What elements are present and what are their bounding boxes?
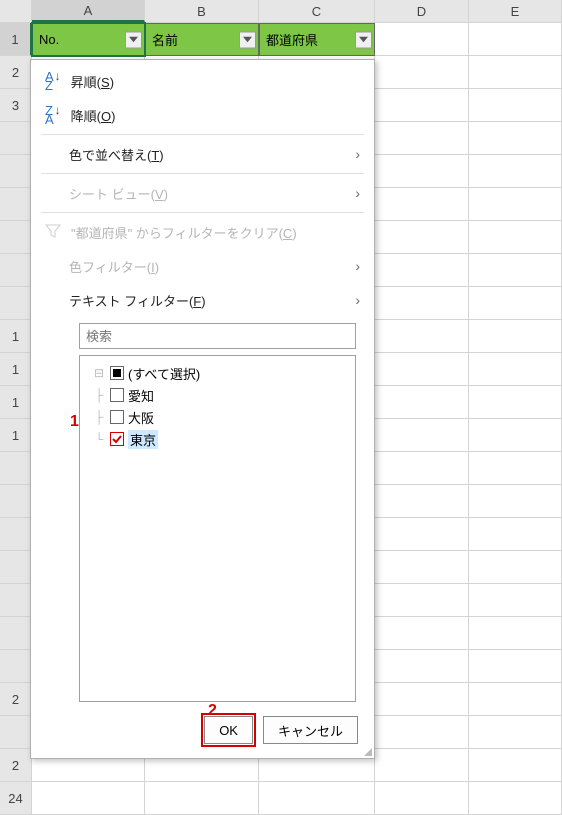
row-header[interactable]: [0, 650, 32, 683]
select-all-corner[interactable]: [0, 0, 32, 22]
row-header[interactable]: [0, 155, 32, 188]
row-header[interactable]: 2: [0, 56, 32, 89]
sort-ascending[interactable]: AZ↓ 昇順(S): [31, 64, 374, 98]
dialog-buttons: OK キャンセル: [31, 708, 374, 754]
col-header-D[interactable]: D: [375, 0, 469, 22]
row-header[interactable]: 1: [0, 23, 32, 56]
sheet-view: シート ビュー(V) ›: [31, 176, 374, 210]
separator: [41, 212, 364, 213]
checkbox[interactable]: [110, 388, 124, 402]
row-header[interactable]: 3: [0, 89, 32, 122]
sort-asc-icon: AZ↓: [45, 72, 61, 90]
row-header[interactable]: [0, 551, 32, 584]
cell[interactable]: [375, 23, 469, 56]
row-headers: 1 2 3 1 1 1 1 2 2 24: [0, 23, 32, 800]
filter-item-label: 大阪: [128, 408, 154, 427]
filter-item[interactable]: ├ 大阪: [84, 406, 351, 428]
row-header[interactable]: [0, 584, 32, 617]
filter-values-tree[interactable]: ⊟ (すべて選択) ├ 愛知 ├ 大阪 └ 東京: [79, 355, 356, 702]
filter-item-label: 東京: [128, 430, 158, 449]
row-header[interactable]: [0, 485, 32, 518]
row-header[interactable]: 1: [0, 419, 32, 452]
filter-button[interactable]: [239, 31, 256, 48]
checkbox-indeterminate[interactable]: [110, 366, 124, 380]
chevron-right-icon: ›: [355, 258, 360, 274]
sort-by-color[interactable]: 色で並べ替え(T) ›: [31, 137, 374, 171]
col-header-A[interactable]: A: [32, 0, 145, 22]
header-label: No.: [39, 32, 59, 47]
annotation-1: 1: [70, 413, 79, 431]
filter-item[interactable]: └ 東京: [84, 428, 351, 450]
filter-button[interactable]: [125, 31, 142, 48]
row-header[interactable]: 2: [0, 683, 32, 716]
text-filter[interactable]: テキスト フィルター(F) ›: [31, 283, 374, 317]
filter-item-label: 愛知: [128, 386, 154, 405]
filter-search-input[interactable]: [79, 323, 356, 349]
row-header[interactable]: 2: [0, 749, 32, 782]
row-header[interactable]: 1: [0, 386, 32, 419]
chevron-right-icon: ›: [355, 185, 360, 201]
filter-item[interactable]: ├ 愛知: [84, 384, 351, 406]
filter-button[interactable]: [355, 31, 372, 48]
clear-filter: "都道府県" からフィルターをクリア(C): [31, 215, 374, 249]
row-header[interactable]: [0, 254, 32, 287]
row-header[interactable]: 24: [0, 782, 32, 815]
cancel-button[interactable]: キャンセル: [263, 716, 358, 744]
separator: [41, 173, 364, 174]
cell[interactable]: [469, 23, 562, 56]
checkbox-checked[interactable]: [110, 432, 124, 446]
row-header[interactable]: [0, 188, 32, 221]
row-header[interactable]: [0, 287, 32, 320]
color-filter: 色フィルター(I) ›: [31, 249, 374, 283]
row-header[interactable]: [0, 716, 32, 749]
row-header[interactable]: [0, 518, 32, 551]
annotation-2: 2: [208, 702, 217, 720]
ok-button[interactable]: OK: [204, 716, 253, 744]
col-header-C[interactable]: C: [259, 0, 375, 22]
funnel-clear-icon: [45, 224, 61, 241]
separator: [41, 134, 364, 135]
row-header[interactable]: [0, 122, 32, 155]
chevron-right-icon: ›: [355, 146, 360, 162]
header-cell-name[interactable]: 名前: [145, 23, 259, 56]
chevron-right-icon: ›: [355, 292, 360, 308]
header-cell-pref[interactable]: 都道府県: [259, 23, 375, 56]
col-header-E[interactable]: E: [469, 0, 562, 22]
sort-descending[interactable]: ZA↓ 降順(O): [31, 98, 374, 132]
sort-desc-icon: ZA↓: [45, 106, 61, 124]
col-header-B[interactable]: B: [145, 0, 259, 22]
row-header[interactable]: 1: [0, 353, 32, 386]
row-header[interactable]: 1: [0, 320, 32, 353]
checkbox[interactable]: [110, 410, 124, 424]
header-label: 名前: [152, 30, 178, 49]
column-headers: A B C D E: [0, 0, 562, 23]
filter-dropdown: AZ↓ 昇順(S) ZA↓ 降順(O) 色で並べ替え(T) › シート ビュー(…: [30, 59, 375, 759]
row-header[interactable]: [0, 617, 32, 650]
resize-grip[interactable]: [360, 744, 372, 756]
header-label: 都道府県: [266, 30, 318, 49]
filter-item-label: (すべて選択): [128, 364, 200, 383]
row-header[interactable]: [0, 221, 32, 254]
filter-item-select-all[interactable]: ⊟ (すべて選択): [84, 362, 351, 384]
row-header[interactable]: [0, 452, 32, 485]
header-cell-no[interactable]: No.: [32, 23, 145, 56]
